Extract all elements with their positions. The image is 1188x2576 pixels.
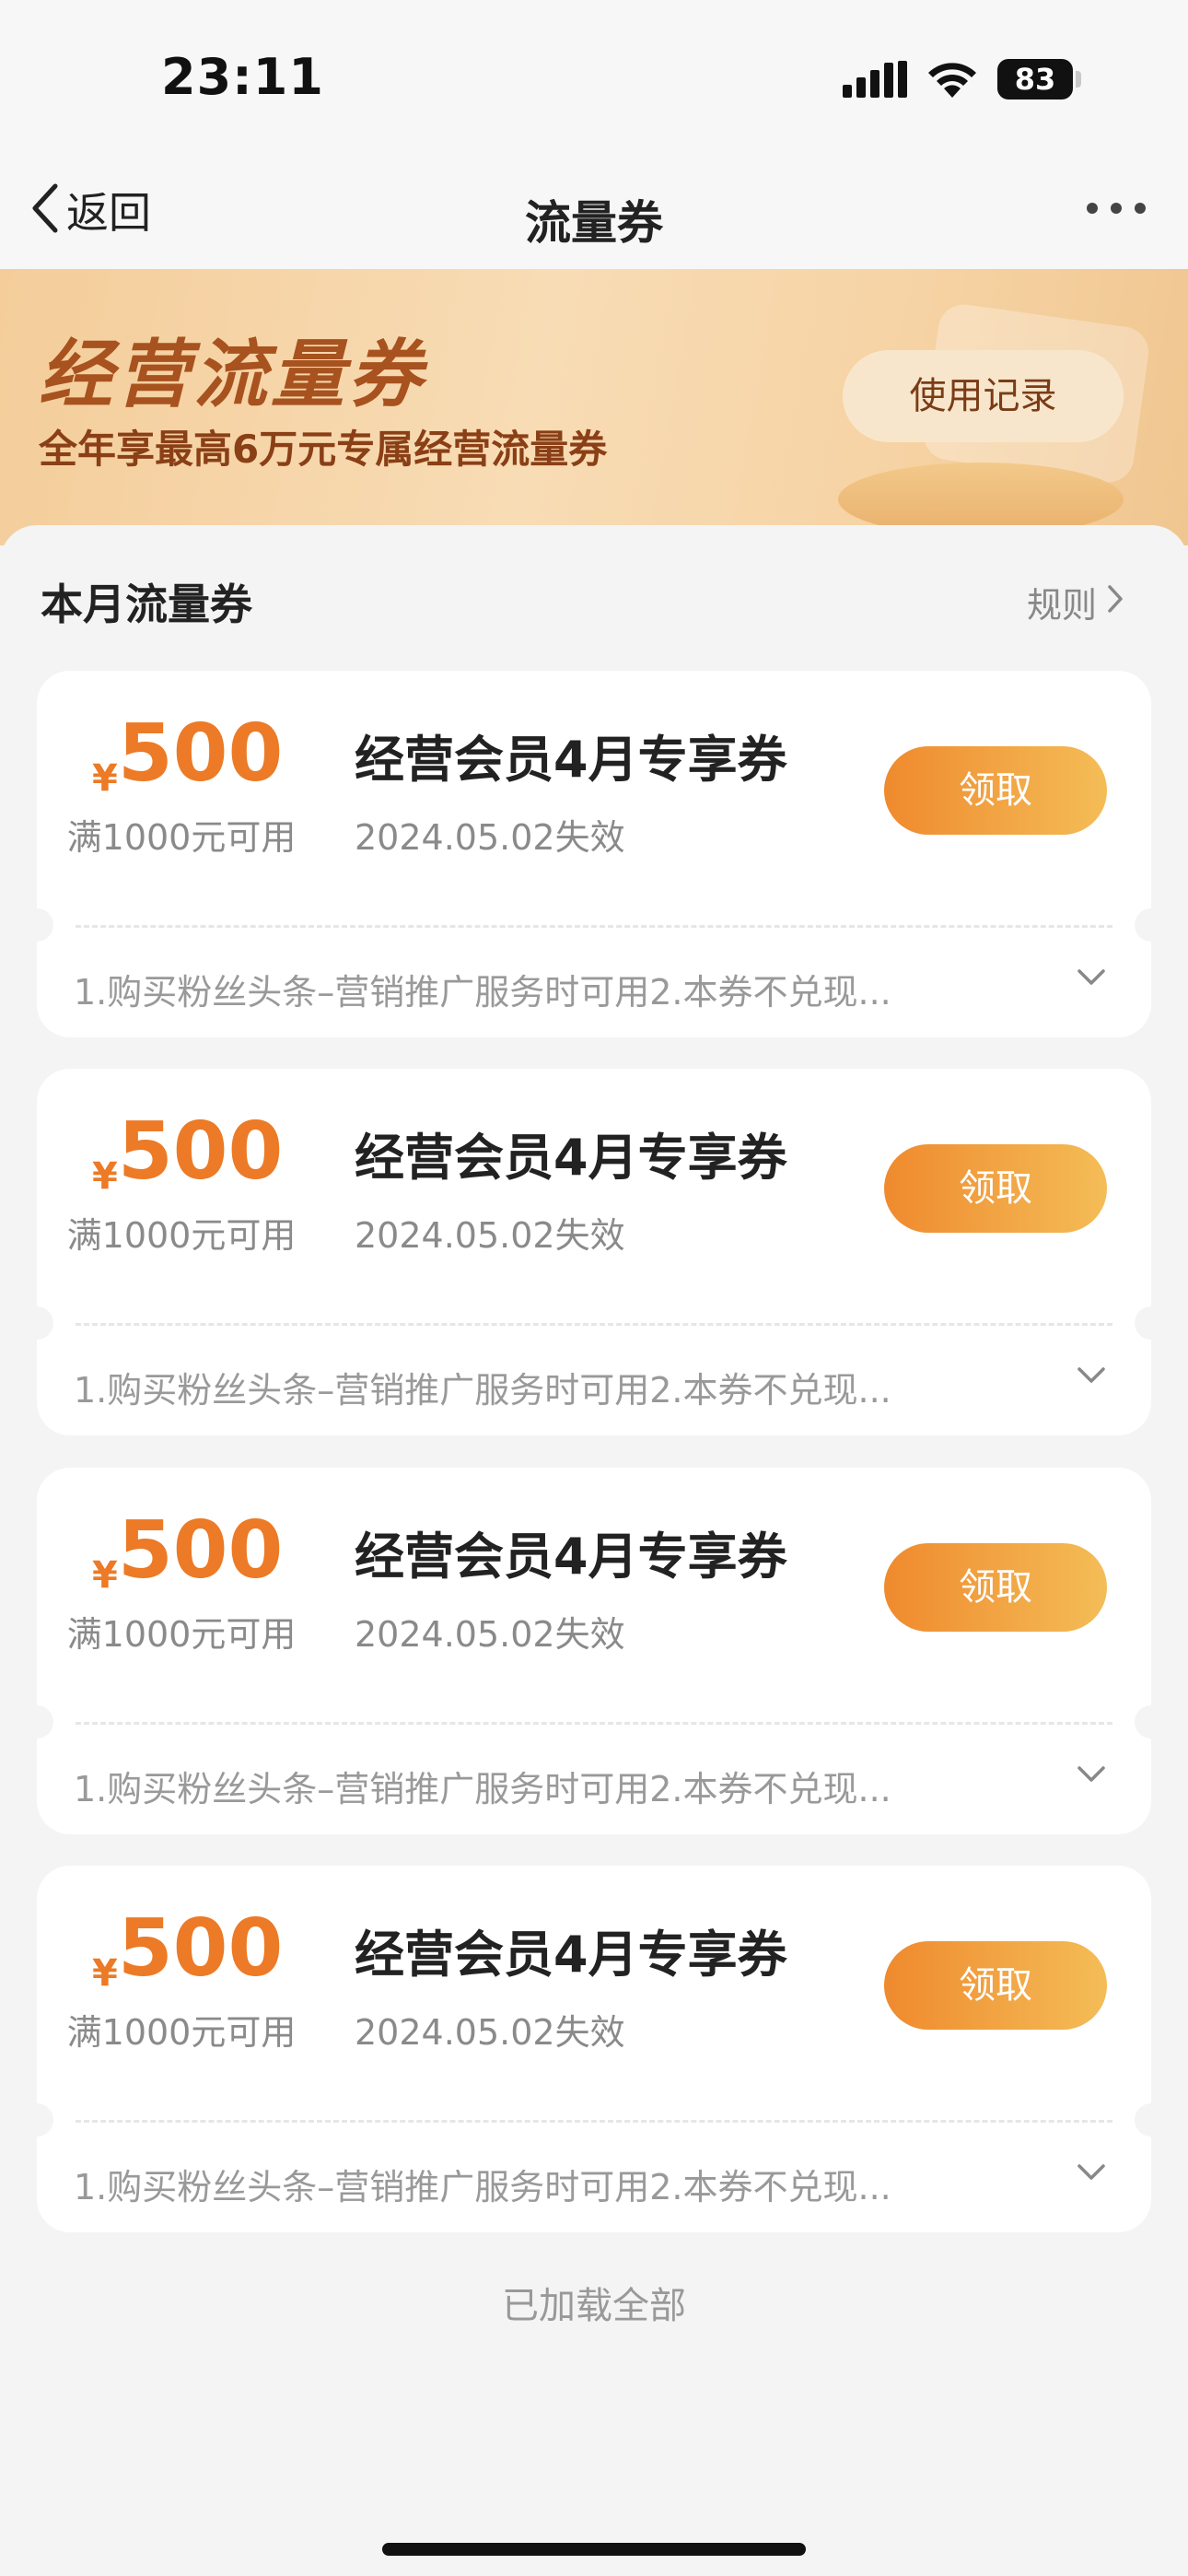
coupon-divider — [76, 1722, 1112, 1725]
coupon-value: 500 — [117, 1903, 284, 1995]
coupon-notch — [1135, 1705, 1151, 1739]
promo-banner: 经营流量券 全年享最高6万元专属经营流量券 使用记录 — [0, 269, 1188, 545]
currency-symbol: ¥ — [92, 1952, 118, 1995]
chevron-down-icon[interactable] — [1076, 1764, 1107, 1788]
coupon-amount: ¥500 — [92, 1106, 283, 1198]
coupon-description: 1.购买粉丝头条–营销推广服务时可用2.本券不兑现... — [74, 2167, 891, 2207]
all-loaded-text: 已加载全部 — [502, 2285, 686, 2327]
coupon-expiry: 2024.05.02失效 — [355, 1614, 625, 1655]
coupon-notch — [37, 1306, 53, 1340]
coupon-amount: ¥500 — [92, 1505, 283, 1597]
currency-symbol: ¥ — [92, 757, 118, 800]
coupon-notch — [37, 908, 53, 942]
claim-button[interactable]: 领取 — [884, 1144, 1107, 1233]
claim-button[interactable]: 领取 — [884, 1941, 1107, 2030]
coupon-divider — [76, 2120, 1112, 2123]
coupon-notch — [1135, 1306, 1151, 1340]
banner-title: 经营流量券 — [39, 332, 425, 417]
battery-level: 83 — [1014, 62, 1056, 97]
coupon-amount: ¥500 — [92, 1903, 283, 1995]
coupon-list-sheet: 本月流量券 规则 ¥500 满1000元可用 经营会员4月专享券 2024.05… — [0, 525, 1188, 2576]
coupon-value: 500 — [117, 1106, 284, 1198]
currency-symbol: ¥ — [92, 1155, 118, 1198]
coupon-value: 500 — [117, 708, 284, 800]
rules-link[interactable]: 规则 — [1027, 577, 1124, 627]
page-title: 流量券 — [525, 196, 663, 250]
currency-symbol: ¥ — [92, 1554, 118, 1597]
coupon-divider — [76, 925, 1112, 928]
battery-cap — [1076, 71, 1081, 88]
usage-record-button[interactable]: 使用记录 — [843, 350, 1124, 442]
coupon-notch — [1135, 908, 1151, 942]
chevron-down-icon[interactable] — [1076, 1365, 1107, 1389]
coupon-notch — [37, 1705, 53, 1739]
chevron-down-icon[interactable] — [1076, 2162, 1107, 2186]
coupon-condition: 满1000元可用 — [66, 817, 297, 858]
status-time: 23:11 — [161, 48, 324, 106]
banner-subtitle: 全年享最高6万元专属经营流量券 — [39, 427, 608, 472]
nav-bar: 返回 流量券 — [0, 157, 1188, 269]
claim-button[interactable]: 领取 — [884, 1543, 1107, 1632]
coupon-name: 经营会员4月专享券 — [355, 1528, 787, 1586]
chevron-down-icon[interactable] — [1076, 967, 1107, 991]
rules-label: 规则 — [1027, 585, 1098, 626]
coupon-name: 经营会员4月专享券 — [355, 1129, 787, 1187]
coupon-condition: 满1000元可用 — [66, 2012, 297, 2053]
coupon-expiry: 2024.05.02失效 — [355, 2012, 625, 2053]
coupon-value: 500 — [117, 1505, 284, 1597]
coupon-description: 1.购买粉丝头条–营销推广服务时可用2.本券不兑现... — [74, 972, 891, 1013]
coupon-condition: 满1000元可用 — [66, 1614, 297, 1655]
claim-button[interactable]: 领取 — [884, 746, 1107, 835]
coupon-divider — [76, 1323, 1112, 1326]
home-indicator[interactable] — [382, 2543, 806, 2556]
section-title: 本月流量券 — [41, 580, 252, 629]
signal-icon — [843, 61, 907, 101]
coupon-condition: 满1000元可用 — [66, 1215, 297, 1256]
coupon-card: ¥500 满1000元可用 经营会员4月专享券 2024.05.02失效 领取 … — [37, 1069, 1151, 1435]
coupon-description: 1.购买粉丝头条–营销推广服务时可用2.本券不兑现... — [74, 1370, 891, 1411]
coupon-name: 经营会员4月专享券 — [355, 731, 787, 789]
more-icon[interactable] — [1087, 203, 1146, 214]
battery-icon: 83 — [997, 59, 1073, 100]
coupon-amount: ¥500 — [92, 708, 283, 800]
coupon-card: ¥500 满1000元可用 经营会员4月专享券 2024.05.02失效 领取 … — [37, 1468, 1151, 1834]
coupon-notch — [37, 2103, 53, 2137]
chevron-right-icon — [1106, 582, 1124, 623]
coupon-description: 1.购买粉丝头条–营销推广服务时可用2.本券不兑现... — [74, 1769, 891, 1809]
coupon-card: ¥500 满1000元可用 经营会员4月专享券 2024.05.02失效 领取 … — [37, 1866, 1151, 2232]
status-bar: 23:11 83 — [0, 0, 1188, 157]
coupon-expiry: 2024.05.02失效 — [355, 817, 625, 858]
coupon-card: ¥500 满1000元可用 经营会员4月专享券 2024.05.02失效 领取 … — [37, 671, 1151, 1037]
coupon-notch — [1135, 2103, 1151, 2137]
wifi-icon — [924, 53, 981, 103]
coupon-expiry: 2024.05.02失效 — [355, 1215, 625, 1256]
coupon-name: 经营会员4月专享券 — [355, 1926, 787, 1984]
